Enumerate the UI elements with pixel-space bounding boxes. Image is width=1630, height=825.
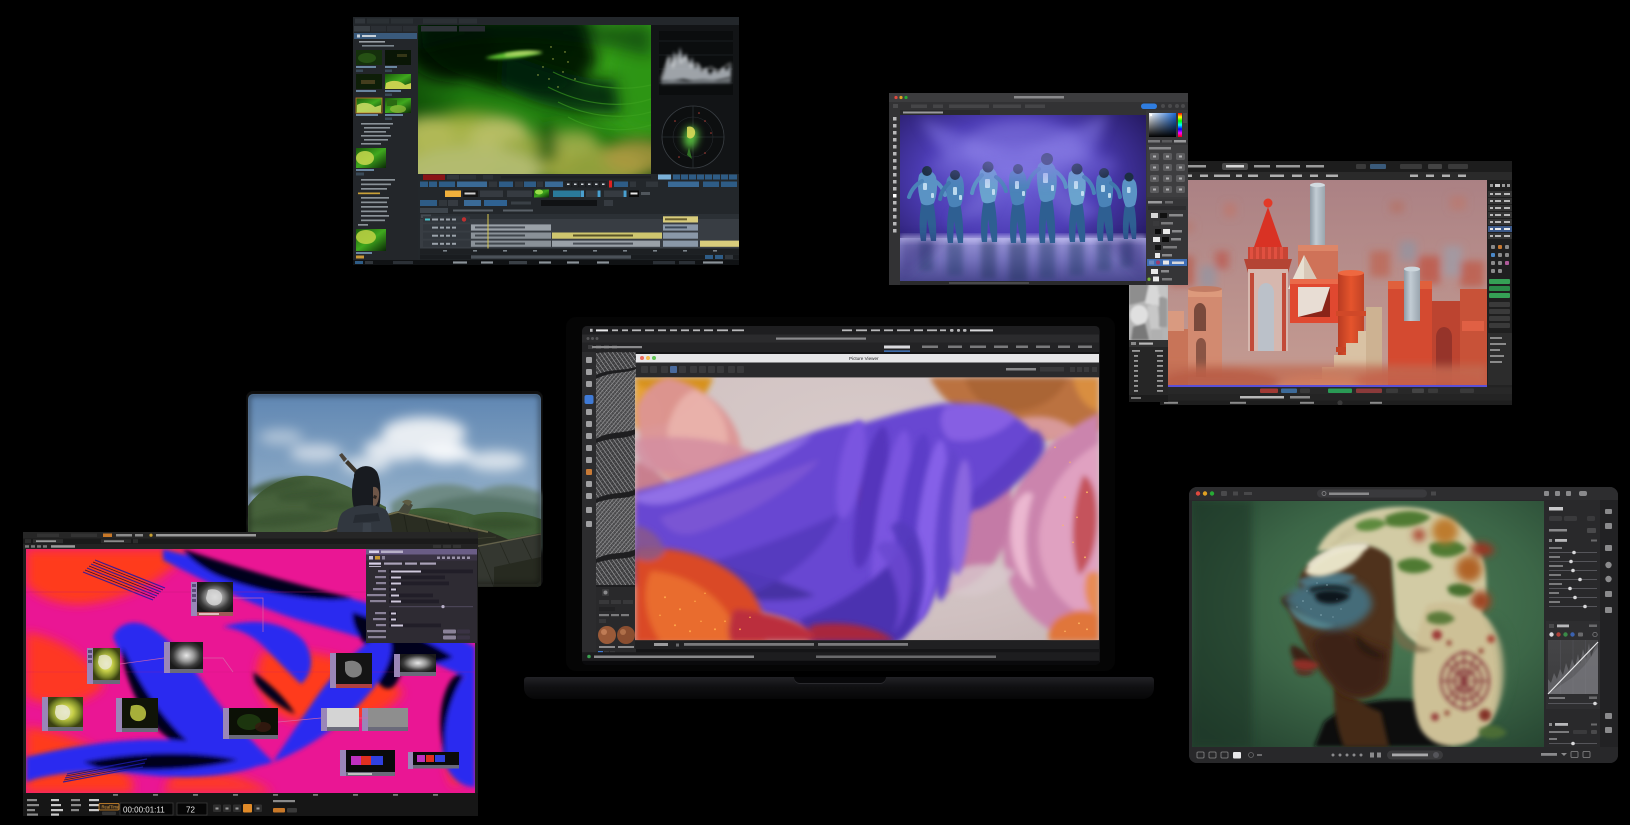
- svg-text:72: 72: [186, 805, 195, 814]
- svg-text:Picture Viewer: Picture Viewer: [849, 356, 879, 361]
- svg-text:RealTime: RealTime: [102, 805, 120, 810]
- svg-text:00:00:01:11: 00:00:01:11: [123, 805, 165, 814]
